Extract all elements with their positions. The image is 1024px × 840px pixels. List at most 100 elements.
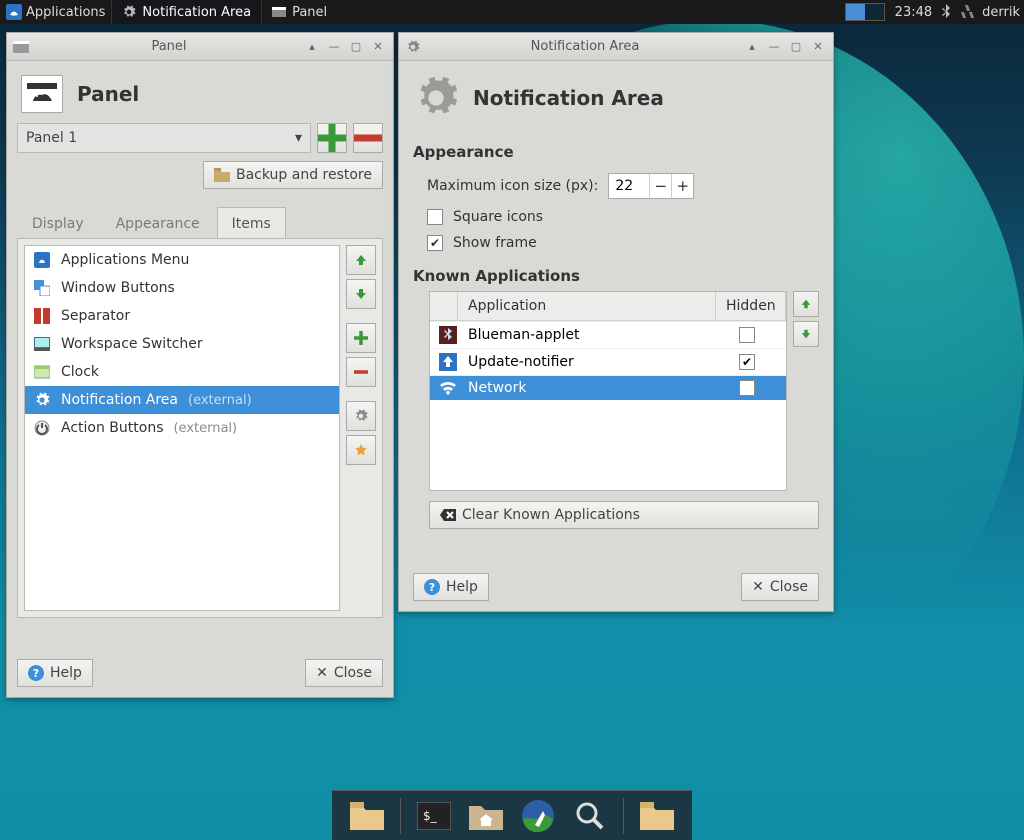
window-keep-above-icon[interactable]: ▴ bbox=[743, 39, 761, 55]
window-minimize-icon[interactable]: — bbox=[325, 39, 343, 55]
spinner-decrement-button[interactable]: − bbox=[649, 174, 671, 198]
panel-selector[interactable]: Panel 1 ▾ bbox=[17, 123, 311, 153]
clock-icon bbox=[33, 363, 51, 381]
square-icons-checkbox[interactable] bbox=[427, 209, 443, 225]
gear-icon bbox=[122, 5, 136, 19]
dock-item-files[interactable] bbox=[348, 797, 386, 835]
hidden-checkbox[interactable] bbox=[739, 327, 755, 343]
applications-menu-label: Applications bbox=[26, 5, 105, 20]
power-icon bbox=[33, 419, 51, 437]
help-button[interactable]: ? Help bbox=[413, 573, 489, 601]
tab-display[interactable]: Display bbox=[17, 207, 99, 238]
close-button[interactable]: ✕ Close bbox=[305, 659, 383, 687]
bottom-dock: $_ bbox=[332, 790, 692, 840]
svg-text:$_: $_ bbox=[423, 809, 438, 823]
taskbar-item-label: Panel bbox=[292, 5, 327, 20]
remove-panel-button[interactable] bbox=[353, 123, 383, 153]
update-notifier-icon bbox=[434, 353, 462, 371]
move-app-down-button[interactable] bbox=[793, 321, 819, 347]
titlebar[interactable]: Panel ▴ — ▢ ✕ bbox=[7, 33, 393, 61]
bluetooth-app-icon bbox=[434, 326, 462, 344]
move-app-up-button[interactable] bbox=[793, 291, 819, 317]
svg-text:?: ? bbox=[429, 581, 435, 594]
user-label[interactable]: derrik bbox=[982, 5, 1020, 20]
items-tab-content: Applications Menu Window Buttons Separat… bbox=[17, 238, 383, 618]
taskbar-item-notification-area[interactable]: Notification Area bbox=[111, 0, 261, 24]
item-preferences-button[interactable] bbox=[346, 401, 376, 431]
max-icon-size-input[interactable] bbox=[609, 174, 649, 198]
network-icon[interactable] bbox=[960, 5, 974, 19]
table-row: Blueman-applet bbox=[430, 321, 786, 348]
close-icon: ✕ bbox=[316, 665, 328, 681]
known-applications-table[interactable]: Application Hidden Blueman-applet Update… bbox=[429, 291, 787, 491]
show-frame-label: Show frame bbox=[453, 235, 537, 251]
panel-app-icon bbox=[13, 39, 29, 55]
clear-known-apps-button[interactable]: Clear Known Applications bbox=[429, 501, 819, 529]
workspace-switcher[interactable] bbox=[845, 3, 885, 21]
column-hidden[interactable]: Hidden bbox=[716, 292, 786, 320]
backup-restore-button[interactable]: Backup and restore bbox=[203, 161, 383, 189]
panel-header-label: Panel bbox=[77, 82, 139, 106]
xfce-logo-icon bbox=[6, 4, 22, 20]
list-item: Notification Area (external) bbox=[25, 386, 339, 414]
clear-label: Clear Known Applications bbox=[462, 507, 640, 523]
window-maximize-icon[interactable]: ▢ bbox=[347, 39, 365, 55]
help-icon: ? bbox=[424, 579, 440, 595]
window-minimize-icon[interactable]: — bbox=[765, 39, 783, 55]
system-top-panel: Applications Notification Area Panel 23:… bbox=[0, 0, 1024, 24]
list-item: Workspace Switcher bbox=[25, 330, 339, 358]
dock-item-home[interactable] bbox=[467, 797, 505, 835]
panel-items-list[interactable]: Applications Menu Window Buttons Separat… bbox=[24, 245, 340, 611]
add-item-button[interactable] bbox=[346, 323, 376, 353]
dock-item-files[interactable] bbox=[638, 797, 676, 835]
max-icon-size-label: Maximum icon size (px): bbox=[427, 178, 598, 194]
item-about-button[interactable] bbox=[346, 435, 376, 465]
remove-item-button[interactable] bbox=[346, 357, 376, 387]
dock-item-search[interactable] bbox=[571, 797, 609, 835]
close-button[interactable]: ✕ Close bbox=[741, 573, 819, 601]
column-application[interactable]: Application bbox=[458, 292, 716, 320]
separator-icon bbox=[33, 307, 51, 325]
help-button[interactable]: ? Help bbox=[17, 659, 93, 687]
known-apps-section-label: Known Applications bbox=[399, 255, 833, 291]
list-item: Action Buttons (external) bbox=[25, 414, 339, 442]
window-keep-above-icon[interactable]: ▴ bbox=[303, 39, 321, 55]
gear-icon bbox=[405, 39, 421, 55]
wifi-icon bbox=[434, 381, 462, 395]
backup-restore-label: Backup and restore bbox=[236, 167, 372, 183]
panel-large-icon bbox=[21, 75, 63, 113]
help-label: Help bbox=[446, 579, 478, 595]
hidden-checkbox[interactable]: ✔ bbox=[739, 354, 755, 370]
window-close-icon[interactable]: ✕ bbox=[369, 39, 387, 55]
notif-header-label: Notification Area bbox=[473, 86, 664, 110]
add-panel-button[interactable] bbox=[317, 123, 347, 153]
window-title: Notification Area bbox=[427, 39, 743, 54]
panel-selector-value: Panel 1 bbox=[26, 130, 77, 146]
panel-preferences-window: Panel ▴ — ▢ ✕ Panel Panel 1 ▾ Back bbox=[6, 32, 394, 698]
list-item: Applications Menu bbox=[25, 246, 339, 274]
window-buttons-icon bbox=[33, 279, 51, 297]
dock-item-web-browser[interactable] bbox=[519, 797, 557, 835]
tab-appearance[interactable]: Appearance bbox=[101, 207, 215, 238]
gear-large-icon bbox=[413, 75, 459, 121]
tab-items[interactable]: Items bbox=[217, 207, 286, 238]
max-icon-size-spinner[interactable]: − + bbox=[608, 173, 694, 199]
appearance-section-label: Appearance bbox=[399, 131, 833, 167]
bluetooth-icon[interactable] bbox=[940, 4, 952, 20]
window-maximize-icon[interactable]: ▢ bbox=[787, 39, 805, 55]
hidden-checkbox[interactable] bbox=[739, 380, 755, 396]
square-icons-label: Square icons bbox=[453, 209, 543, 225]
show-frame-checkbox[interactable]: ✔ bbox=[427, 235, 443, 251]
svg-text:?: ? bbox=[33, 667, 39, 680]
taskbar-item-panel[interactable]: Panel bbox=[261, 0, 337, 24]
move-item-down-button[interactable] bbox=[346, 279, 376, 309]
dock-item-terminal[interactable]: $_ bbox=[415, 797, 453, 835]
titlebar[interactable]: Notification Area ▴ — ▢ ✕ bbox=[399, 33, 833, 61]
close-icon: ✕ bbox=[752, 579, 764, 595]
move-item-up-button[interactable] bbox=[346, 245, 376, 275]
close-label: Close bbox=[770, 579, 808, 595]
spinner-increment-button[interactable]: + bbox=[671, 174, 693, 198]
applications-menu-button[interactable]: Applications bbox=[0, 0, 111, 24]
window-close-icon[interactable]: ✕ bbox=[809, 39, 827, 55]
workspace-switcher-icon bbox=[33, 335, 51, 353]
